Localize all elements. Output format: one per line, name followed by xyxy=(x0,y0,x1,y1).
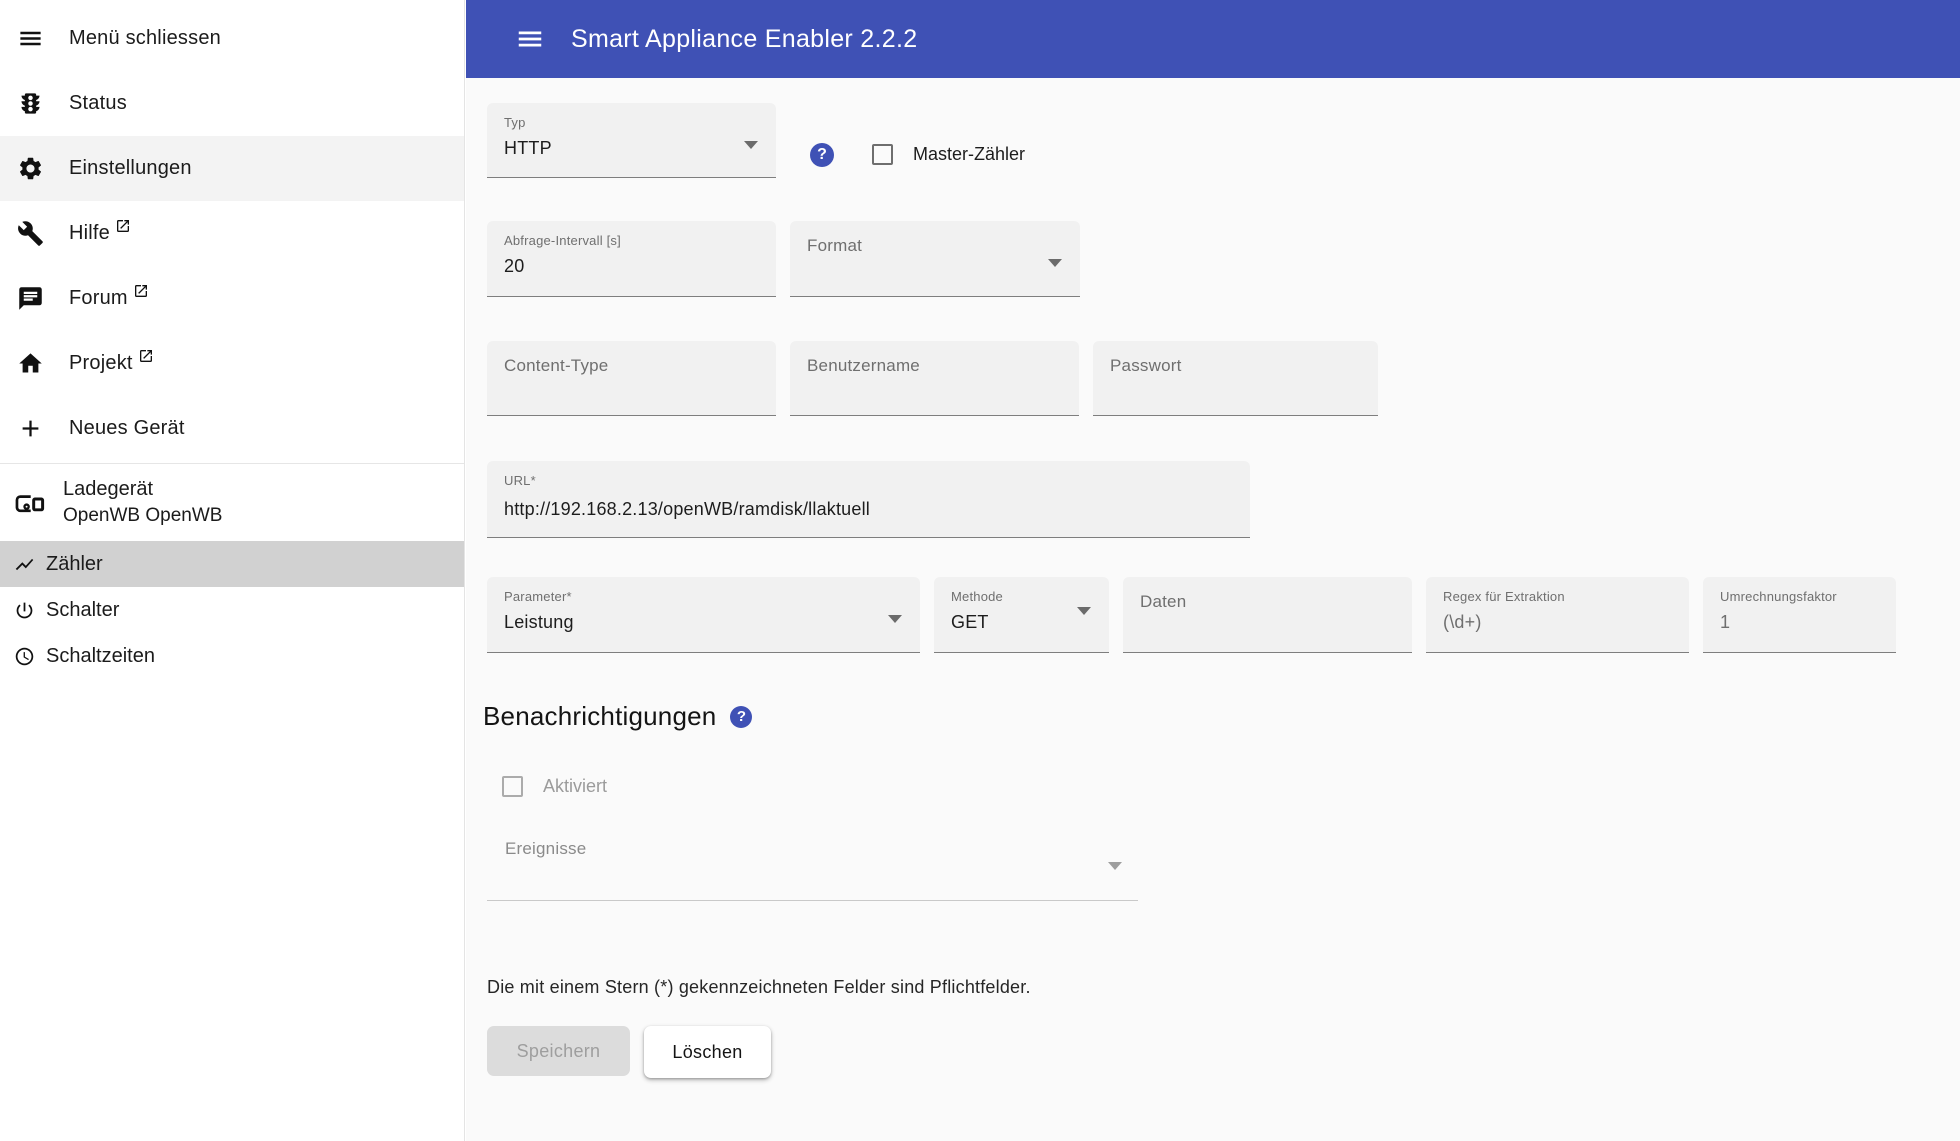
sidebar-item-zaehler[interactable]: Zähler xyxy=(0,541,464,587)
sidebar-item-label: Schaltzeiten xyxy=(46,644,155,667)
format-select[interactable]: Format xyxy=(790,221,1080,297)
field-label: Content-Type xyxy=(504,356,609,375)
field-label: Ereignisse xyxy=(505,839,587,858)
field-value: 20 xyxy=(504,256,525,276)
external-link-icon xyxy=(133,283,149,299)
menu-icon xyxy=(17,25,44,52)
aktiviert-label: Aktiviert xyxy=(543,776,608,796)
field-label: Daten xyxy=(1140,592,1187,611)
required-fields-note: Die mit einem Stern (*) gekennzeichneten… xyxy=(487,977,1031,997)
sidebar-item-projekt[interactable]: Projekt xyxy=(0,331,464,396)
chevron-down-icon xyxy=(1048,259,1062,267)
sidebar-item-label: Menü schliessen xyxy=(69,27,221,49)
power-icon xyxy=(14,600,35,621)
field-label: URL* xyxy=(504,473,536,488)
chevron-down-icon xyxy=(888,615,902,623)
meter-form: Typ HTTP ? Master-Zähler Abfrage-Interva… xyxy=(466,78,1960,1078)
app-bar: Smart Appliance Enabler 2.2.2 xyxy=(466,0,1960,78)
passwort-input[interactable]: Passwort xyxy=(1093,341,1378,416)
chat-icon xyxy=(17,285,44,312)
sidebar-item-forum[interactable]: Forum xyxy=(0,266,464,331)
sidebar-item-label: Neues Gerät xyxy=(69,417,185,439)
parameter-select[interactable]: Parameter* Leistung xyxy=(487,577,920,653)
sidebar-item-label: Hilfe xyxy=(69,222,111,244)
help-icon[interactable]: ? xyxy=(810,142,834,167)
sidebar-item-schalter[interactable]: Schalter xyxy=(0,587,464,633)
chevron-down-icon xyxy=(744,141,758,149)
benutzername-input[interactable]: Benutzername xyxy=(790,341,1079,416)
field-value: (\d+) xyxy=(1443,612,1482,632)
external-link-icon xyxy=(138,348,154,364)
sidebar-item-label: Projekt xyxy=(69,352,133,374)
sidebar-item-label: Status xyxy=(69,92,127,114)
menu-icon[interactable] xyxy=(515,24,545,54)
content-type-input[interactable]: Content-Type xyxy=(487,341,776,416)
sidebar-item-label: Einstellungen xyxy=(69,157,192,179)
master-zaehler-checkbox[interactable] xyxy=(872,144,893,165)
field-value: HTTP xyxy=(504,138,552,158)
app-title: Smart Appliance Enabler 2.2.2 xyxy=(571,24,918,53)
sidebar-device-ladegeraet[interactable]: Ladegerät OpenWB OpenWB xyxy=(0,464,464,541)
sidebar-item-neues-geraet[interactable]: Neues Gerät xyxy=(0,396,464,461)
home-icon xyxy=(17,350,44,377)
daten-input[interactable]: Daten xyxy=(1123,577,1412,653)
sidebar-item-label: Schalter xyxy=(46,598,120,621)
field-label: Typ xyxy=(504,115,526,130)
chart-line-icon xyxy=(14,554,35,575)
ereignisse-select[interactable]: Ereignisse xyxy=(487,826,1138,901)
sidebar-item-label: Zähler xyxy=(46,552,103,575)
external-link-icon xyxy=(115,218,131,234)
sidebar-item-status[interactable]: Status xyxy=(0,71,464,136)
aktiviert-checkbox[interactable] xyxy=(502,776,523,797)
sidebar-item-menu-schliessen[interactable]: Menü schliessen xyxy=(0,6,464,71)
main-area: Smart Appliance Enabler 2.2.2 Typ HTTP ?… xyxy=(466,0,1960,1141)
chevron-down-icon xyxy=(1077,607,1091,615)
field-label: Parameter* xyxy=(504,589,572,604)
device-subtitle: OpenWB OpenWB xyxy=(63,505,223,526)
umrechnungsfaktor-input[interactable]: Umrechnungsfaktor 1 xyxy=(1703,577,1896,653)
field-label: Format xyxy=(807,236,863,255)
field-value: Leistung xyxy=(504,612,574,632)
save-button[interactable]: Speichern xyxy=(487,1026,630,1076)
field-value: http://192.168.2.13/openWB/ramdisk/llakt… xyxy=(504,499,871,519)
device-title: Ladegerät xyxy=(63,478,154,500)
gear-icon xyxy=(17,155,44,182)
master-zaehler-label: Master-Zähler xyxy=(913,144,1026,164)
clock-icon xyxy=(14,646,35,667)
abfrage-intervall-input[interactable]: Abfrage-Intervall [s] 20 xyxy=(487,221,776,297)
field-value: 1 xyxy=(1720,612,1731,632)
regex-input[interactable]: Regex für Extraktion (\d+) xyxy=(1426,577,1689,653)
typ-select[interactable]: Typ HTTP xyxy=(487,103,776,178)
sidebar-item-label: Forum xyxy=(69,287,128,309)
sidebar: Menü schliessen Status Einstellungen Hil… xyxy=(0,0,465,1141)
methode-select[interactable]: Methode GET xyxy=(934,577,1109,653)
charger-icon xyxy=(13,486,47,520)
field-label: Methode xyxy=(951,589,1003,604)
wrench-icon xyxy=(17,220,44,247)
field-label: Umrechnungsfaktor xyxy=(1720,589,1837,604)
notifications-heading: Benachrichtigungen xyxy=(483,701,717,731)
url-input[interactable]: URL* http://192.168.2.13/openWB/ramdisk/… xyxy=(487,461,1250,538)
sidebar-item-einstellungen[interactable]: Einstellungen xyxy=(0,136,464,201)
field-label: Benutzername xyxy=(807,356,920,375)
sidebar-item-hilfe[interactable]: Hilfe xyxy=(0,201,464,266)
field-label: Regex für Extraktion xyxy=(1443,589,1565,604)
chevron-down-icon xyxy=(1108,862,1122,870)
help-icon[interactable]: ? xyxy=(730,705,753,728)
plus-icon xyxy=(17,415,44,442)
field-label: Passwort xyxy=(1110,356,1182,375)
field-value: GET xyxy=(951,612,989,632)
traffic-light-icon xyxy=(17,90,44,117)
delete-button[interactable]: Löschen xyxy=(644,1026,771,1078)
field-label: Abfrage-Intervall [s] xyxy=(504,233,621,248)
sidebar-item-schaltzeiten[interactable]: Schaltzeiten xyxy=(0,633,464,679)
